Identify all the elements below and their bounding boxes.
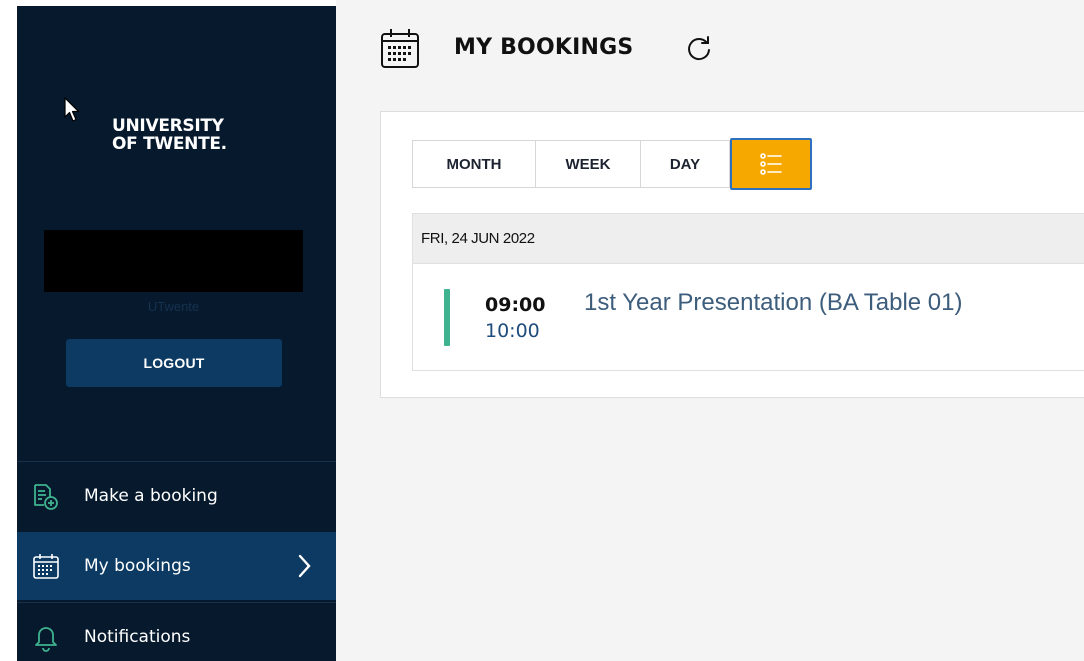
sidebar-item-label: Make a booking — [84, 485, 218, 506]
logo-line-1: UNIVERSITY — [112, 116, 224, 136]
university-logo[interactable]: UNIVERSITY OF TWENTE. — [112, 117, 227, 153]
calendar-icon — [381, 29, 419, 68]
tab-day[interactable]: DAY — [641, 140, 730, 188]
redacted-user-name — [44, 230, 303, 292]
sidebar-item-label: My bookings — [84, 556, 191, 576]
calendar-icon — [33, 554, 59, 579]
booking-item[interactable]: 09:00 10:00 1st Year Presentation (BA Ta… — [412, 263, 1084, 371]
booking-title[interactable]: 1st Year Presentation (BA Table 01) — [584, 289, 962, 317]
sidebar-item-my-bookings[interactable]: My bookings — [17, 532, 336, 600]
list-icon — [760, 153, 782, 175]
logo-line-2: OF TWENTE. — [112, 134, 227, 154]
sidebar-item-label: Notifications — [84, 626, 191, 647]
mouse-cursor-icon — [64, 97, 80, 122]
date-header: FRI, 24 JUN 2022 — [412, 213, 1084, 263]
tab-list[interactable] — [730, 138, 812, 190]
tab-week[interactable]: WEEK — [536, 140, 641, 188]
document-plus-icon — [34, 483, 58, 510]
refresh-icon[interactable] — [684, 34, 714, 64]
bell-icon — [35, 626, 57, 652]
tab-month[interactable]: MONTH — [412, 140, 536, 188]
logout-button[interactable]: LOGOUT — [66, 339, 282, 387]
sidebar-item-make-a-booking[interactable]: Make a booking — [17, 461, 336, 529]
bookings-card: MONTH WEEK DAY FRI, 24 JUN 2022 09:00 10… — [380, 111, 1084, 398]
booking-status-bar — [444, 289, 450, 346]
view-tabs: MONTH WEEK DAY — [412, 138, 812, 190]
organization-name: UTwente — [147, 299, 200, 314]
chevron-right-icon — [298, 554, 311, 578]
booking-end-time: 10:00 — [485, 320, 540, 342]
sidebar-item-notifications[interactable]: Notifications — [17, 602, 336, 661]
booking-start-time: 09:00 — [485, 294, 546, 316]
page-title: MY BOOKINGS — [454, 35, 634, 60]
